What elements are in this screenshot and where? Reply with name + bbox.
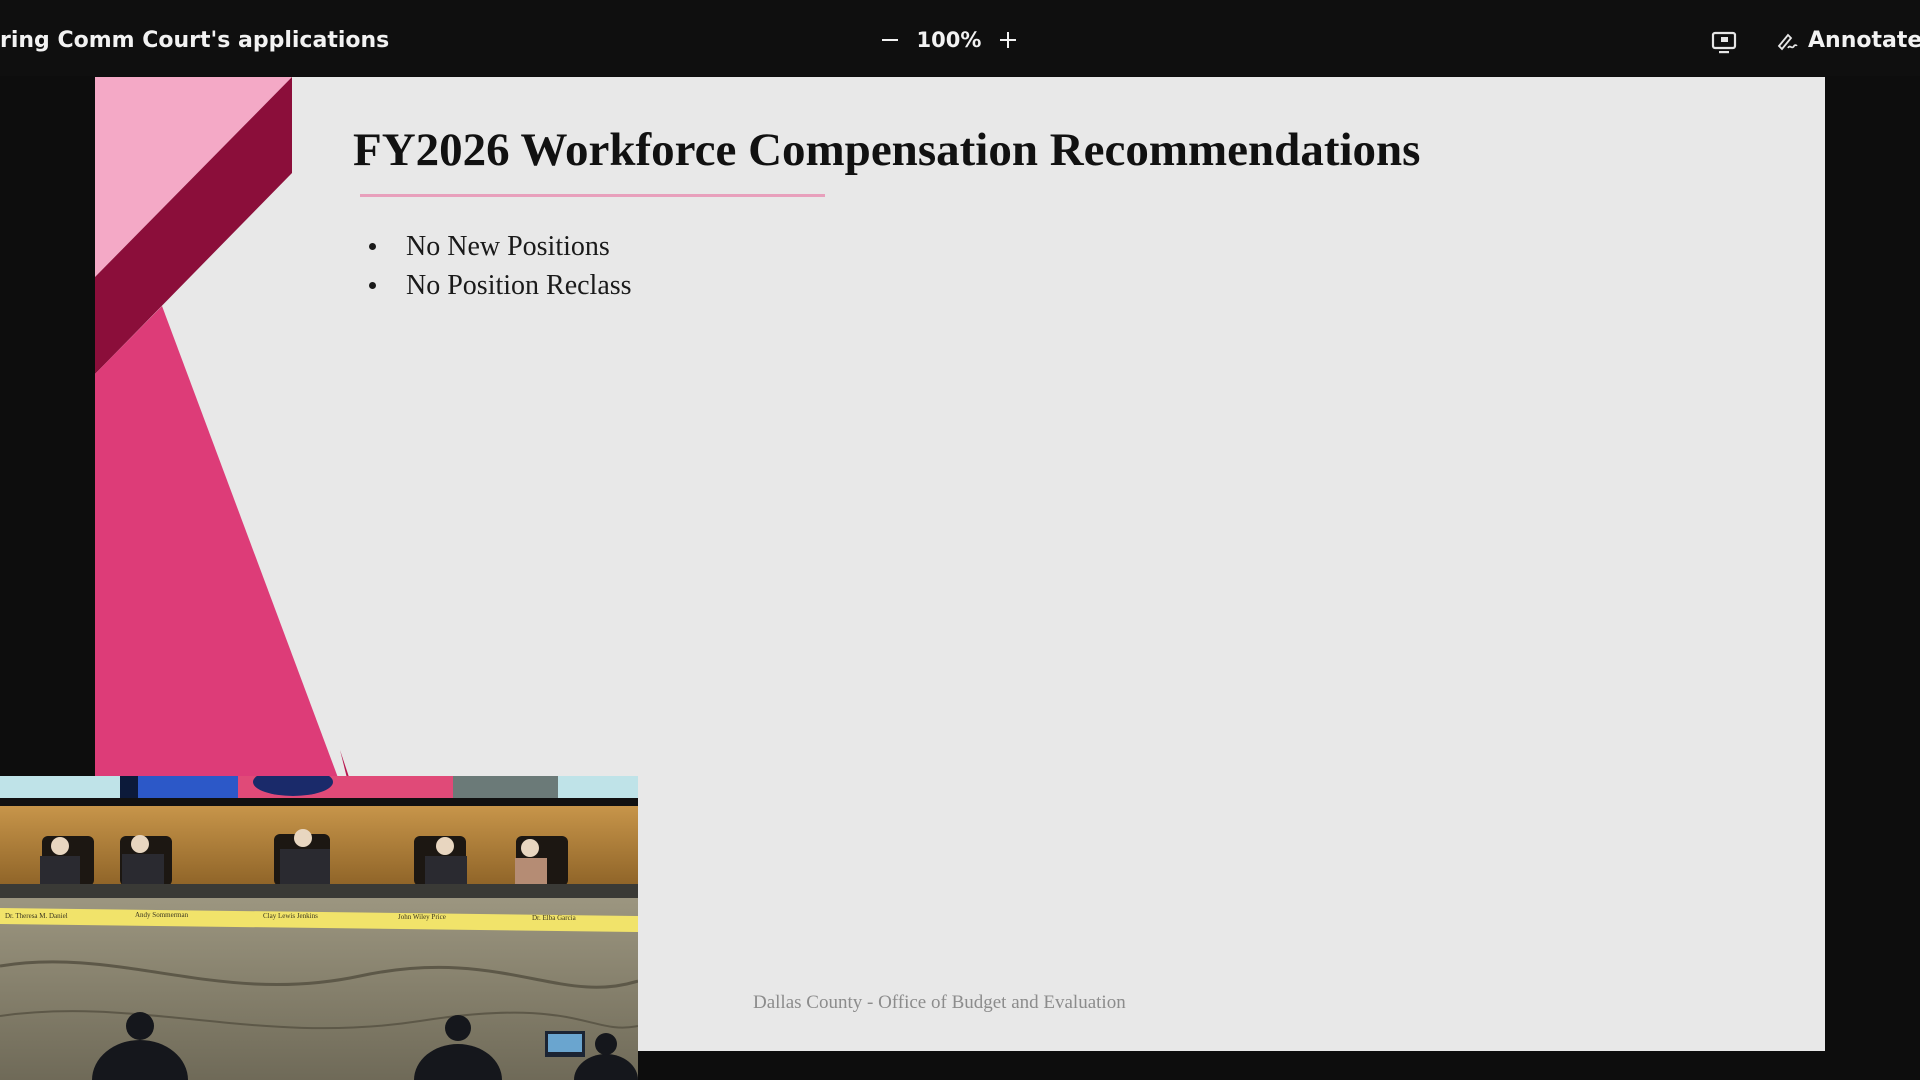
nameplate-text: Clay Lewis Jenkins: [263, 912, 318, 920]
title-underline: [360, 194, 825, 197]
zoom-in-button[interactable]: [988, 22, 1028, 58]
nameplate-text: John Wiley Price: [398, 913, 446, 921]
annotate-label: Annotate: [1808, 28, 1920, 53]
slide-footer: Dallas County - Office of Budget and Eva…: [753, 992, 1126, 1013]
bullet-item: No Position Reclass: [365, 266, 632, 305]
bullet-dot-icon: [369, 282, 376, 289]
screen-view-button[interactable]: [1710, 30, 1740, 58]
shared-window-title: ring Comm Court's applications: [0, 28, 390, 53]
zoom-controls: 100%: [870, 22, 1028, 58]
zoom-level: 100%: [916, 28, 982, 52]
bullet-dot-icon: [369, 243, 376, 250]
bullet-list: No New Positions No Position Reclass: [365, 227, 632, 305]
bullet-item: No New Positions: [365, 227, 632, 266]
video-frame-image: Dr. Theresa M. Daniel Andy Sommerman Clay …: [0, 776, 638, 1080]
bullet-text: No New Positions: [406, 231, 610, 262]
slide-title: FY2026 Workforce Compensation Recommenda…: [353, 124, 1421, 176]
meeting-video-feed[interactable]: Dr. Theresa M. Daniel Andy Sommerman Clay …: [0, 776, 638, 1080]
nameplate-text: Dr. Theresa M. Daniel: [5, 912, 68, 920]
nameplate-text: Andy Sommerman: [135, 911, 189, 919]
minus-icon: [882, 39, 898, 41]
pen-squiggle-icon: [1777, 33, 1798, 50]
zoom-out-button[interactable]: [870, 22, 910, 58]
monitor-icon: [1711, 31, 1737, 54]
plus-icon: [1000, 32, 1016, 48]
annotate-button[interactable]: Annotate: [1776, 28, 1920, 53]
viewer-toolbar: ring Comm Court's applications 100% Anno…: [0, 0, 1920, 76]
bullet-text: No Position Reclass: [406, 270, 632, 301]
nameplate-text: Dr. Elba Garcia: [532, 914, 577, 922]
